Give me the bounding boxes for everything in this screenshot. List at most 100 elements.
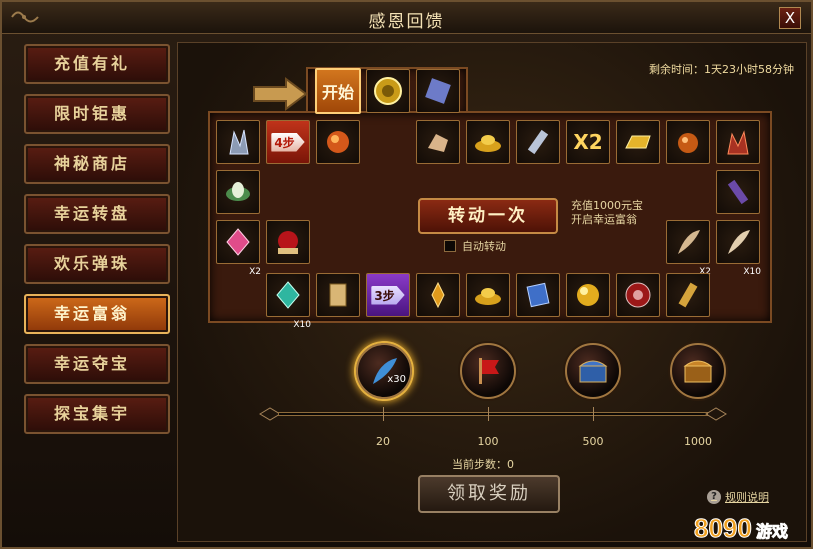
- red-crystal-icon: [727, 130, 749, 155]
- board-cell-step3[interactable]: 3步: [366, 273, 410, 317]
- spin-note: 充值1000元宝 开启幸运富翁: [571, 199, 643, 227]
- red-seal-icon: [625, 282, 651, 308]
- spin-note-line2: 开启幸运富翁: [571, 213, 637, 226]
- board-cell[interactable]: [266, 220, 310, 264]
- start-arrow-icon: [253, 77, 308, 111]
- help-icon: ?: [707, 490, 721, 504]
- board-cell[interactable]: X10: [716, 220, 761, 277]
- reward-milestone-1000[interactable]: [670, 343, 726, 399]
- gold-ingot-icon: [475, 288, 501, 305]
- tab-lucky-treasure[interactable]: 幸运夺宝: [24, 344, 170, 384]
- gold-bar-icon: [625, 135, 651, 149]
- tab-limited-offer[interactable]: 限时钜惠: [24, 94, 170, 134]
- scroll-icon: [425, 78, 451, 104]
- tab-lucky-tycoon[interactable]: 幸运富翁: [24, 294, 170, 334]
- board-cell[interactable]: [716, 170, 760, 214]
- progress-tick-label: 1000: [684, 435, 712, 448]
- progress-tick: [488, 407, 489, 421]
- board-cell[interactable]: [466, 120, 510, 164]
- board-cell[interactable]: [666, 120, 710, 164]
- board-cell[interactable]: [316, 273, 360, 317]
- progress-tick: [383, 407, 384, 421]
- claim-reward-button[interactable]: 领取奖励: [418, 475, 560, 513]
- board-cell-start[interactable]: 开始: [315, 68, 361, 114]
- board-cell[interactable]: [416, 273, 460, 317]
- board-cell[interactable]: X2: [216, 220, 261, 277]
- orange-orb-icon: [678, 133, 698, 153]
- board-cell[interactable]: [216, 120, 260, 164]
- gold-ingot-icon: [475, 135, 501, 152]
- board-cell[interactable]: [616, 273, 660, 317]
- item-quantity: X10: [293, 320, 311, 330]
- crystal-icon: [229, 129, 249, 155]
- auto-spin-checkbox[interactable]: [444, 240, 456, 252]
- board-cell[interactable]: [416, 69, 460, 113]
- tab-treasure-collect[interactable]: 探宝集宇: [24, 394, 170, 434]
- spin-note-line1: 充值1000元宝: [571, 199, 643, 212]
- progress-tick-label: 100: [477, 435, 499, 448]
- start-label: 开始: [321, 83, 354, 102]
- board-cell-step4[interactable]: 4步: [266, 120, 310, 164]
- board-cell-x2[interactable]: X2: [566, 120, 610, 164]
- feather-icon: [678, 230, 700, 254]
- board-cell[interactable]: X10: [266, 273, 311, 330]
- green-gem-icon: [276, 281, 300, 309]
- board-cell[interactable]: [616, 120, 660, 164]
- gold-scroll-icon: [678, 282, 698, 308]
- blue-chest-icon: [578, 360, 608, 383]
- gold-crystal-icon: [431, 281, 445, 309]
- reward-milestone-100[interactable]: [460, 343, 516, 399]
- board-cell[interactable]: [366, 69, 410, 113]
- board-cell[interactable]: [566, 273, 610, 317]
- item-quantity: X10: [743, 267, 761, 277]
- rules-label: 规则说明: [725, 491, 769, 504]
- board-cell[interactable]: [316, 120, 360, 164]
- board-cell[interactable]: [516, 273, 560, 317]
- close-button[interactable]: X: [779, 7, 801, 29]
- fire-orb-icon: [327, 131, 349, 153]
- progress-tick-label: 20: [376, 435, 390, 448]
- tab-lucky-wheel[interactable]: 幸运转盘: [24, 194, 170, 234]
- tab-mystery-shop[interactable]: 神秘商店: [24, 144, 170, 184]
- board-cell[interactable]: [716, 120, 760, 164]
- feather-icon: [728, 230, 750, 254]
- sidebar: 充值有礼 限时钜惠 神秘商店 幸运转盘 欢乐弹珠 幸运富翁 幸运夺宝 探宝集宇: [24, 44, 174, 444]
- blue-book-icon: [526, 282, 550, 308]
- board-cell[interactable]: [416, 120, 460, 164]
- title-bar: 感恩回馈 X: [2, 2, 811, 34]
- window-title: 感恩回馈: [368, 12, 445, 32]
- tab-pinball[interactable]: 欢乐弹珠: [24, 244, 170, 284]
- board-cell[interactable]: X2: [666, 220, 711, 277]
- gold-orb-icon: [577, 284, 599, 306]
- watermark-logo: 8090 游戏: [694, 513, 789, 544]
- progress-tick-label: 500: [582, 435, 604, 448]
- reward-milestone-20[interactable]: x30: [356, 343, 412, 399]
- board-cell[interactable]: [466, 273, 510, 317]
- scroll-icon: [527, 129, 549, 155]
- reward-milestone-500[interactable]: [565, 343, 621, 399]
- mineral-icon: [428, 134, 448, 152]
- svg-text:8090: 8090: [694, 513, 752, 543]
- board-cell[interactable]: [516, 120, 560, 164]
- reward-quantity: x30: [387, 374, 406, 385]
- rules-link[interactable]: ? 规则说明: [707, 489, 769, 505]
- step-progress-bar: [258, 407, 728, 421]
- auto-spin-toggle[interactable]: 自动转动: [444, 238, 506, 254]
- spin-button[interactable]: 转动一次: [418, 198, 558, 234]
- lotus-icon: [226, 182, 250, 201]
- tab-recharge-gift[interactable]: 充值有礼: [24, 44, 170, 84]
- scroll-icon: [727, 179, 749, 205]
- step4-label: 4步: [271, 132, 305, 152]
- main-panel: 剩余时间：1天23小时58分钟 开始 4步 X2 X2 X2 X10 X10 3…: [177, 42, 807, 542]
- gold-chest-icon: [683, 360, 713, 383]
- board-cell[interactable]: [216, 170, 260, 214]
- x2-label: X2: [573, 130, 603, 154]
- item-quantity: X2: [249, 267, 261, 277]
- progress-right-cap-icon: [705, 407, 727, 421]
- auto-spin-label: 自动转动: [462, 240, 506, 253]
- paper-scroll-icon: [329, 283, 347, 307]
- red-orb-icon: [278, 231, 298, 254]
- pink-gem-icon: [226, 228, 250, 256]
- svg-text:游戏: 游戏: [756, 522, 788, 541]
- board-cell[interactable]: [666, 273, 710, 317]
